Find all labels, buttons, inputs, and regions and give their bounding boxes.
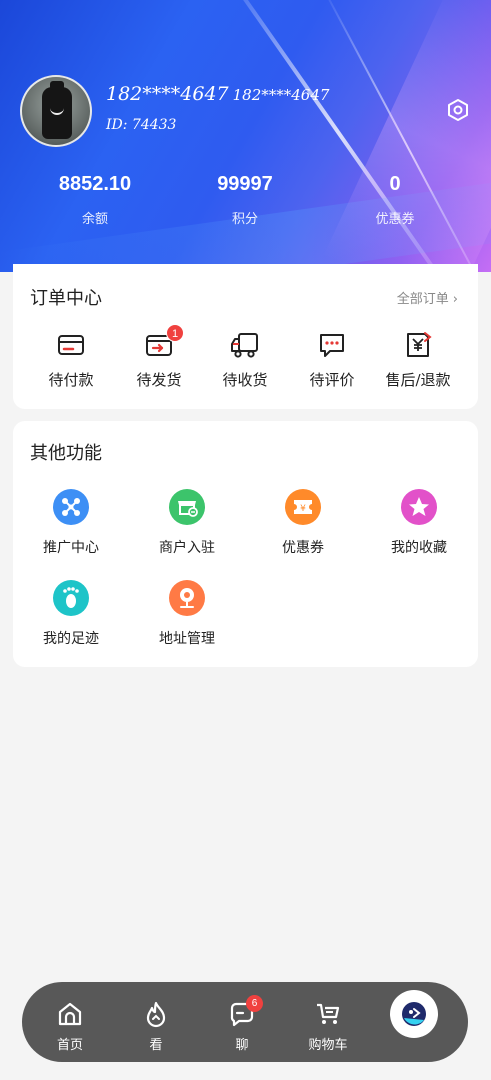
balance-stat[interactable]: 8852.10 余额	[35, 170, 155, 227]
my-favorites[interactable]: 我的收藏	[364, 489, 474, 557]
storefront-icon	[169, 489, 205, 525]
other-functions-card: 其他功能 推广中心 商户入驻 ¥ 优惠券 我的收藏 我的足迹 地址管理	[13, 421, 478, 667]
chat-icon: 6	[228, 995, 263, 1028]
tab-watch[interactable]: 看	[121, 1000, 191, 1053]
points-stat[interactable]: 99997 积分	[185, 170, 305, 227]
points-value: 99997	[217, 173, 273, 195]
all-orders-label: 全部订单	[396, 292, 449, 307]
star-icon	[401, 489, 437, 525]
tab-cart[interactable]: 购物车	[293, 1000, 363, 1053]
chevron-right-icon: ›	[452, 292, 458, 307]
avatar[interactable]	[20, 75, 92, 147]
share-network-icon	[53, 489, 89, 525]
coupons-label: 优惠券	[375, 212, 415, 227]
tab-home-label: 首页	[56, 1038, 83, 1053]
points-label: 积分	[231, 212, 258, 227]
balance-value: 8852.10	[58, 173, 132, 195]
order-pending-payment[interactable]: 待付款	[26, 330, 116, 390]
tab-cart-label: 购物车	[308, 1038, 348, 1053]
my-footprint[interactable]: 我的足迹	[16, 580, 126, 648]
tab-chat-label: 聊	[235, 1038, 249, 1053]
coupons-label: 优惠券	[282, 540, 324, 556]
order-pending-review-label: 待评价	[309, 371, 355, 389]
flame-icon	[142, 1000, 170, 1028]
location-pin-icon	[169, 580, 205, 616]
user-id: ID: 74433	[106, 117, 177, 133]
promotion-center[interactable]: 推广中心	[16, 489, 126, 557]
svg-text:¥: ¥	[300, 504, 306, 514]
order-pending-review[interactable]: 待评价	[287, 330, 377, 390]
cart-icon	[314, 1000, 342, 1028]
order-pending-payment-label: 待付款	[48, 371, 94, 389]
shipping-box-icon: 1	[144, 324, 184, 360]
order-after-sale-refund[interactable]: 售后/退款	[373, 330, 463, 390]
coupons[interactable]: ¥ 优惠券	[248, 489, 358, 557]
order-center-card: 订单中心 全部订单 › 待付款 1 待发货 待收货 待评价 售后/退款	[13, 264, 478, 409]
comment-icon	[317, 330, 347, 360]
merchant-join[interactable]: 商户入驻	[132, 489, 242, 557]
account-stats: 8852.10 余额 99997 积分 0 优惠券	[0, 170, 491, 230]
address-management-label: 地址管理	[159, 631, 215, 647]
all-orders-link[interactable]: 全部订单 ›	[397, 288, 458, 307]
bottom-tab-bar: 首页 看 6 聊 购物车	[22, 982, 468, 1062]
order-pending-shipment[interactable]: 1 待发货	[114, 324, 204, 390]
phone-number: 182****4647	[232, 86, 330, 104]
footprint-icon	[53, 580, 89, 616]
promotion-center-label: 推广中心	[43, 540, 99, 556]
customer-service-button[interactable]	[390, 990, 438, 1038]
customer-service-icon	[402, 1002, 426, 1026]
tab-chat[interactable]: 6 聊	[207, 995, 277, 1053]
tab-home[interactable]: 首页	[35, 1000, 105, 1053]
address-management[interactable]: 地址管理	[132, 580, 242, 648]
refund-icon	[403, 330, 433, 360]
pending-shipment-badge: 1	[166, 324, 184, 342]
other-functions-title: 其他功能	[30, 443, 102, 464]
truck-icon	[230, 330, 260, 360]
order-pending-receipt[interactable]: 待收货	[200, 330, 290, 390]
settings-icon[interactable]	[446, 98, 470, 122]
my-favorites-label: 我的收藏	[391, 540, 447, 556]
order-after-sale-label: 售后/退款	[385, 371, 451, 389]
order-pending-receipt-label: 待收货	[222, 371, 268, 389]
home-icon	[56, 1000, 84, 1028]
tab-watch-label: 看	[149, 1038, 163, 1053]
user-name: 182****4647 182****4647	[106, 83, 329, 105]
chat-unread-badge: 6	[246, 995, 263, 1012]
coupon-icon: ¥	[285, 489, 321, 525]
my-footprint-label: 我的足迹	[43, 631, 99, 647]
coupons-value: 0	[389, 173, 401, 195]
balance-label: 余额	[81, 212, 108, 227]
coupons-stat[interactable]: 0 优惠券	[335, 170, 455, 227]
profile-header: 182****4647 182****4647 ID: 74433 8852.10…	[0, 0, 491, 272]
order-pending-shipment-label: 待发货	[136, 371, 182, 389]
wallet-icon	[56, 330, 86, 360]
merchant-join-label: 商户入驻	[159, 540, 215, 556]
order-center-title: 订单中心	[30, 288, 102, 309]
nickname: 182****4647	[106, 83, 229, 105]
